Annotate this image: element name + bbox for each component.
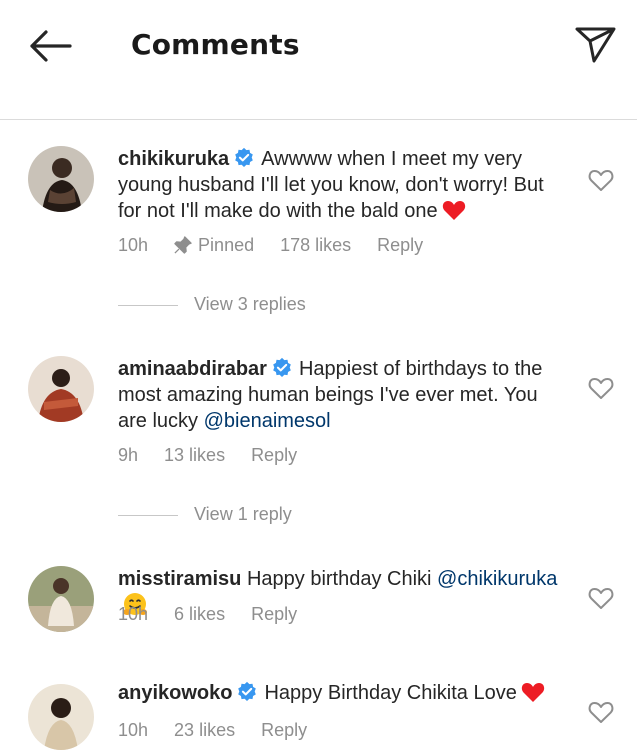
- mention-link[interactable]: @bienaimesol: [204, 410, 331, 432]
- reply-button[interactable]: Reply: [251, 604, 297, 624]
- likes-count[interactable]: 13 likes: [164, 445, 225, 465]
- pinned-label: Pinned: [174, 235, 254, 255]
- arrow-left-icon: [30, 30, 72, 62]
- avatar[interactable]: [28, 566, 94, 632]
- comment-time: 9h: [118, 445, 139, 465]
- comment-body: aminaabdirabar Happiest of birthdays to t…: [118, 356, 568, 434]
- share-button[interactable]: [574, 24, 618, 64]
- avatar[interactable]: [28, 684, 94, 750]
- comment-meta: 10h Pinned 178 likes Reply: [118, 235, 449, 256]
- view-replies-button[interactable]: View 3 replies: [118, 294, 306, 315]
- back-button[interactable]: [26, 26, 74, 66]
- comment-body: chikikuruka Awwww when I meet my very you…: [118, 146, 568, 224]
- view-replies-label: View 1 reply: [194, 504, 292, 524]
- comment-meta: 10h 23 likes Reply: [118, 720, 333, 741]
- likes-count[interactable]: 6 likes: [174, 604, 225, 624]
- reply-button[interactable]: Reply: [251, 445, 297, 465]
- replies-divider: [118, 514, 178, 516]
- verified-badge-icon: [238, 681, 257, 701]
- comment-username[interactable]: chikikuruka: [118, 148, 229, 170]
- verified-badge-icon: [235, 147, 253, 167]
- verified-badge-icon: [273, 357, 291, 377]
- comment-time: 10h: [118, 604, 149, 624]
- comments-header: Comments: [0, 0, 637, 120]
- like-button[interactable]: [588, 376, 614, 400]
- likes-count[interactable]: 178 likes: [280, 235, 351, 255]
- pinned-text: Pinned: [198, 235, 255, 255]
- heart-outline-icon: [588, 702, 614, 723]
- replies-divider: [118, 304, 178, 306]
- paper-plane-icon: [575, 27, 616, 63]
- heart-outline-icon: [588, 378, 614, 399]
- comment-username[interactable]: aminaabdirabar: [118, 358, 267, 380]
- comment-text: Happy birthday Chiki: [246, 568, 432, 590]
- comment-time: 10h: [118, 235, 149, 255]
- page-title: Comments: [131, 28, 300, 61]
- avatar[interactable]: [28, 146, 94, 212]
- pin-icon: [174, 236, 192, 254]
- reply-button[interactable]: Reply: [261, 720, 307, 740]
- like-button[interactable]: [588, 700, 614, 724]
- comment-time: 10h: [118, 720, 149, 740]
- likes-count[interactable]: 23 likes: [174, 720, 235, 740]
- comment-username[interactable]: misstiramisu: [118, 568, 241, 590]
- mention-link[interactable]: @chikikuruka: [437, 568, 557, 590]
- comment-text: Happy Birthday Chikita Love: [264, 682, 517, 704]
- like-button[interactable]: [588, 586, 614, 610]
- like-button[interactable]: [588, 168, 614, 192]
- red-heart-icon: [521, 683, 545, 702]
- heart-outline-icon: [588, 588, 614, 609]
- red-heart-icon: [442, 201, 465, 220]
- comment-body: anyikowoko Happy Birthday Chikita Love: [118, 680, 568, 706]
- view-replies-label: View 3 replies: [194, 294, 306, 314]
- reply-button[interactable]: Reply: [377, 235, 423, 255]
- comment-username[interactable]: anyikowoko: [118, 682, 232, 704]
- view-replies-button[interactable]: View 1 reply: [118, 504, 292, 525]
- heart-outline-icon: [588, 170, 614, 191]
- comment-meta: 10h 6 likes Reply: [118, 604, 323, 625]
- comment-meta: 9h 13 likes Reply: [118, 445, 323, 466]
- avatar[interactable]: [28, 356, 94, 422]
